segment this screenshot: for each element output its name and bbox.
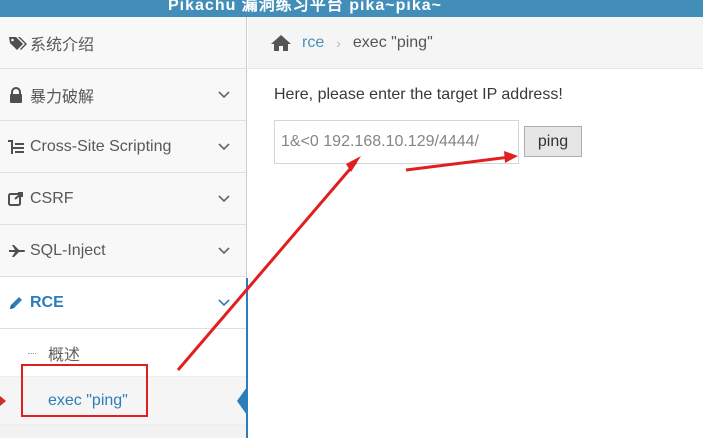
sidebar-item-label: 系统介绍 <box>30 36 95 54</box>
rce-submenu: 概述 exec "ping" <box>0 329 247 425</box>
sidebar-item-label: Cross-Site Scripting <box>30 137 172 155</box>
tree-line <box>28 352 36 354</box>
sidebar-item-xss[interactable]: Cross-Site Scripting <box>0 121 246 173</box>
submenu-item-label: 概述 <box>48 346 81 364</box>
breadcrumb: rce › exec "ping" <box>248 17 703 69</box>
chevron-down-icon <box>218 142 230 150</box>
plane-icon <box>8 244 30 258</box>
home-icon[interactable] <box>270 34 292 52</box>
chevron-down-icon <box>218 194 230 202</box>
lock-icon <box>8 86 30 103</box>
sidebar-item-intro[interactable]: 系统介绍 <box>0 17 246 69</box>
sidebar-item-label: RCE <box>30 293 64 311</box>
chevron-down-icon <box>218 298 230 306</box>
submenu-item-overview[interactable]: 概述 <box>0 329 246 377</box>
sidebar-item-label: 暴力破解 <box>30 88 95 106</box>
ip-address-input[interactable] <box>274 120 519 164</box>
ip-prompt: Here, please enter the target IP address… <box>274 86 563 103</box>
sidebar: 系统介绍 暴力破解 Cross-Site Scripting CSRF SQL-… <box>0 17 247 438</box>
app-title: Pikachu 漏洞练习平台 pika~pika~ <box>168 0 442 14</box>
top-header: Pikachu 漏洞练习平台 pika~pika~ <box>0 0 703 17</box>
ping-button[interactable]: ping <box>524 126 582 157</box>
breadcrumb-current: exec "ping" <box>352 33 433 51</box>
pencil-icon <box>8 295 30 311</box>
main-content: Here, please enter the target IP address… <box>248 69 703 438</box>
share-icon <box>8 191 30 207</box>
caret-right-icon <box>0 395 6 406</box>
sidebar-item-brute-force[interactable]: 暴力破解 <box>0 69 246 121</box>
tags-icon <box>8 35 30 51</box>
list-tree-icon <box>8 139 30 155</box>
sidebar-item-sql-inject[interactable]: SQL-Inject <box>0 225 246 277</box>
chevron-down-icon <box>218 90 230 98</box>
sidebar-item-csrf[interactable]: CSRF <box>0 173 246 225</box>
submenu-item-label: exec "ping" <box>48 391 128 409</box>
chevron-down-icon <box>218 246 230 254</box>
sidebar-item-label: SQL-Inject <box>30 241 106 259</box>
sidebar-item-rce[interactable]: RCE <box>0 277 246 329</box>
breadcrumb-link-rce[interactable]: rce <box>302 34 324 52</box>
sidebar-item-label: CSRF <box>30 189 74 207</box>
breadcrumb-separator: › <box>336 34 341 51</box>
submenu-item-exec-ping[interactable]: exec "ping" <box>0 377 247 425</box>
